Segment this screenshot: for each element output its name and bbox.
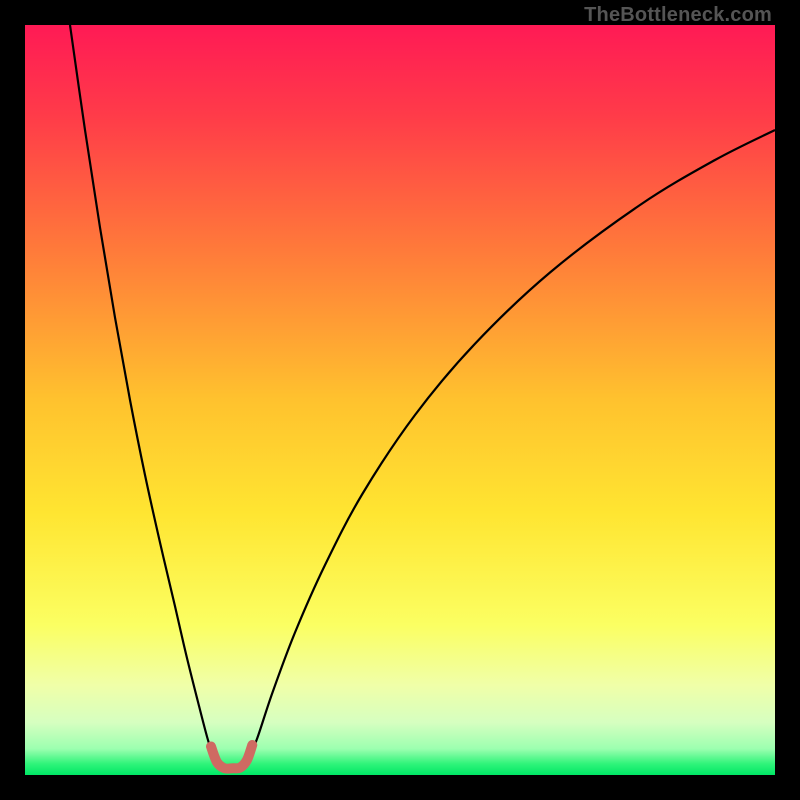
chart-frame: TheBottleneck.com — [0, 0, 800, 800]
bottleneck-curve — [25, 25, 775, 775]
watermark-text: TheBottleneck.com — [584, 4, 772, 27]
plot-area — [25, 25, 775, 775]
series-right-arm — [248, 130, 775, 762]
series-valley-marker — [211, 745, 252, 769]
series-left-arm — [70, 25, 215, 762]
